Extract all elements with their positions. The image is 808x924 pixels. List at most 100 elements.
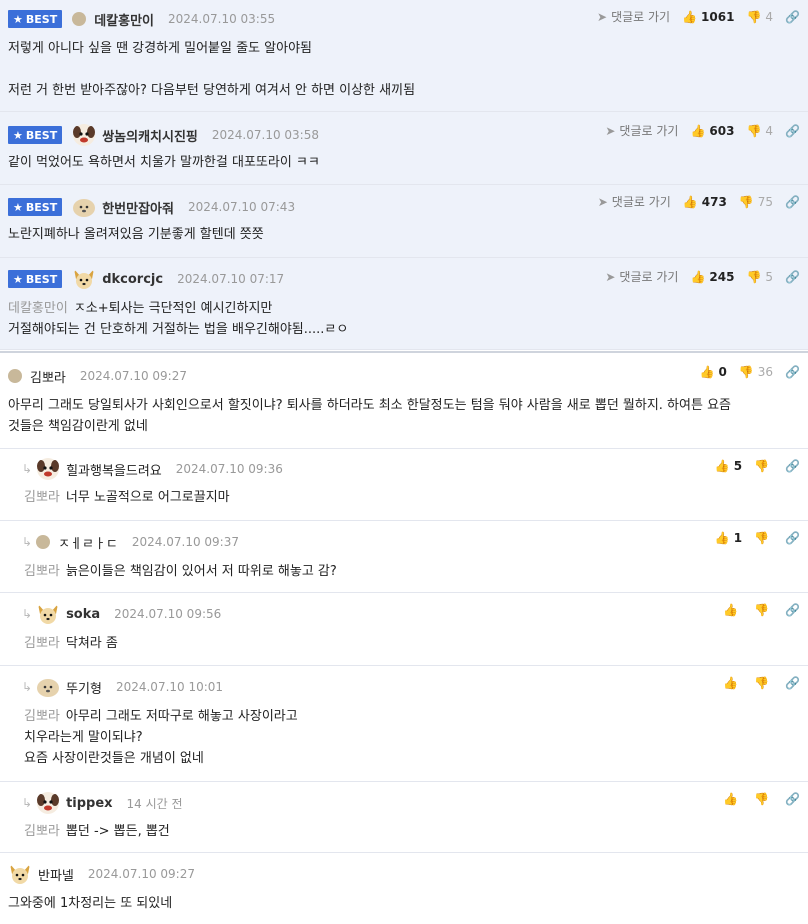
comment-body: 그와중에 1차정리는 또 되있네 [8, 896, 173, 911]
upvote-button[interactable]: 👍 0 [700, 365, 727, 379]
goto-reply-button[interactable]: ➤ 댓글로 가기 [598, 193, 671, 210]
mention[interactable]: 김뽀라 [24, 564, 60, 579]
thumbs-down-icon: 👎 [754, 603, 770, 617]
upvote-button[interactable]: 👍 [723, 676, 742, 690]
upvote-button[interactable]: 👍 [723, 792, 742, 806]
downvote-button[interactable]: 👎 4 [746, 10, 773, 24]
comment-header: 김뽀라 2024.07.10 09:27 [8, 365, 187, 387]
nested-reply-icon: ↳ [22, 462, 33, 476]
mention[interactable]: 김뽀라 [24, 824, 60, 839]
avatar[interactable] [36, 791, 60, 815]
nickname[interactable]: 힐과행복을드려요 [66, 460, 162, 479]
upvote-button[interactable]: 👍 5 [715, 459, 742, 473]
thumbs-down-icon: 👎 [754, 676, 770, 690]
comment-header: ★ BEST 쌍놈의캐치시진핑 2024.07.10 03:58 [8, 124, 319, 146]
downvote-button[interactable]: 👎 36 [739, 365, 773, 379]
upvote-button[interactable]: 👍 473 [683, 195, 727, 209]
link-icon[interactable]: 🔗 [785, 10, 800, 24]
mention[interactable]: 김뽀라 [24, 709, 60, 724]
link-icon[interactable]: 🔗 [785, 195, 800, 209]
upvote-button[interactable]: 👍 245 [690, 270, 734, 284]
best-comment: ★ BEST 한번만잡아줘 2024.07.10 07:43 ➤ 댓글로 가기 👍 4… [0, 185, 808, 258]
comment-actions: ➤ 댓글로 가기 👍 1061 👎 4 🔗 [597, 8, 800, 25]
upvote-button[interactable]: 👍 1061 [682, 10, 734, 24]
downvote-button[interactable]: 👎 4 [746, 124, 773, 138]
comment-body: 데칼홍만이 ㅈ소+퇴사는 극단적인 예시긴하지만 거절해야되는 건 단호하게 거절… [8, 301, 349, 337]
thumbs-up-icon: 👍 [714, 459, 730, 473]
avatar[interactable] [72, 123, 96, 147]
best-badge: ★ BEST [8, 10, 63, 28]
nickname[interactable]: 뚜기형 [66, 678, 102, 697]
thumbs-down-icon: 👎 [754, 459, 770, 473]
comment-actions: ➤ 댓글로 가기 👍 245 👎 5 🔗 [605, 268, 800, 285]
upvote-button[interactable]: 👍 [723, 603, 742, 617]
comment-header: ↳ tippex 14 시간 전 [22, 792, 183, 814]
nickname[interactable]: 반파넬 [38, 865, 74, 884]
downvote-button[interactable]: 👎 75 [739, 195, 773, 209]
nickname[interactable]: 한번만잡아줘 [102, 198, 174, 217]
avatar[interactable] [72, 267, 96, 291]
avatar[interactable] [36, 602, 60, 626]
avatar[interactable] [72, 195, 96, 219]
nickname[interactable]: 쌍놈의캐치시진핑 [102, 126, 198, 145]
upvote-button[interactable]: 👍 1 [715, 531, 742, 545]
timestamp: 2024.07.10 09:36 [175, 462, 283, 476]
reply-comment: ↳ soka 2024.07.10 09:56 👍 👎 🔗 김뽀라 닥쳐라 좀 [0, 593, 808, 666]
best-badge: ★ BEST [8, 270, 63, 288]
downvote-button[interactable]: 👎 [754, 603, 773, 617]
thumbs-down-icon: 👎 [738, 194, 754, 209]
timestamp: 2024.07.10 07:17 [177, 272, 285, 286]
nickname[interactable]: 데칼홍만이 [94, 10, 154, 29]
nickname[interactable]: tippex [66, 796, 112, 811]
nested-reply-icon: ↳ [22, 796, 33, 810]
link-icon[interactable]: 🔗 [785, 270, 800, 284]
upvote-button[interactable]: 👍 603 [690, 124, 734, 138]
comment-header: ↳ soka 2024.07.10 09:56 [22, 603, 221, 625]
avatar[interactable] [36, 675, 60, 699]
comment-actions: 👍 👎 🔗 [723, 676, 800, 690]
thumbs-up-icon: 👍 [714, 531, 730, 545]
nickname[interactable]: 김뽀라 [30, 367, 66, 386]
nickname[interactable]: ㅈㅔㄹㅏㄷ [58, 533, 118, 552]
comment-header: ★ BEST dkcorcjc 2024.07.10 07:17 [8, 268, 284, 290]
thumbs-up-icon: 👍 [723, 792, 739, 806]
downvote-button[interactable]: 👎 [754, 792, 773, 806]
comment-actions: 👍 👎 🔗 [723, 603, 800, 617]
downvote-button[interactable]: 👎 5 [746, 270, 773, 284]
link-icon[interactable]: 🔗 [785, 603, 800, 617]
mention[interactable]: 김뽀라 [24, 490, 60, 505]
avatar[interactable] [36, 535, 51, 549]
star-icon: ★ [13, 128, 23, 142]
mention[interactable]: 김뽀라 [24, 636, 60, 651]
avatar[interactable] [72, 12, 87, 26]
nested-reply-icon: ↳ [22, 680, 33, 694]
thumbs-down-icon: 👎 [754, 792, 770, 806]
link-icon[interactable]: 🔗 [785, 124, 800, 138]
goto-reply-button[interactable]: ➤ 댓글로 가기 [597, 8, 670, 25]
link-icon[interactable]: 🔗 [785, 531, 800, 545]
thumbs-up-icon: 👍 [690, 123, 706, 138]
best-badge: ★ BEST [8, 126, 63, 144]
link-icon[interactable]: 🔗 [785, 365, 800, 379]
timestamp: 2024.07.10 07:43 [187, 200, 296, 214]
avatar[interactable] [8, 862, 32, 886]
downvote-button[interactable]: 👎 [754, 676, 773, 690]
goto-reply-button[interactable]: ➤ 댓글로 가기 [605, 122, 678, 139]
downvote-button[interactable]: 👎 [754, 459, 773, 473]
avatar[interactable] [8, 369, 22, 383]
nickname[interactable]: soka [66, 607, 100, 622]
link-icon[interactable]: 🔗 [785, 792, 800, 806]
comment-actions: 👍 1 👎 🔗 [715, 531, 800, 545]
link-icon[interactable]: 🔗 [785, 459, 800, 473]
reply-comment: ↳ 뚜기형 2024.07.10 10:01 👍 👎 🔗 김뽀라 아무리 그래도 … [0, 666, 808, 782]
timestamp: 2024.07.10 03:55 [168, 12, 276, 26]
mention[interactable]: 데칼홍만이 [8, 301, 68, 316]
downvote-button[interactable]: 👎 [754, 531, 773, 545]
link-icon[interactable]: 🔗 [785, 676, 800, 690]
best-comment: ★ BEST 데칼홍만이 2024.07.10 03:55 ➤ 댓글로 가기 👍 10… [0, 0, 808, 112]
nickname[interactable]: dkcorcjc [102, 272, 163, 287]
best-comment: ★ BEST dkcorcjc 2024.07.10 07:17 ➤ 댓글로 가기 … [0, 258, 808, 350]
comment-body: 김뽀라 아무리 그래도 저따구로 해놓고 사장이라고 치우라는게 말이되냐? 요즘… [24, 709, 298, 766]
avatar[interactable] [36, 457, 60, 481]
goto-reply-button[interactable]: ➤ 댓글로 가기 [605, 268, 678, 285]
